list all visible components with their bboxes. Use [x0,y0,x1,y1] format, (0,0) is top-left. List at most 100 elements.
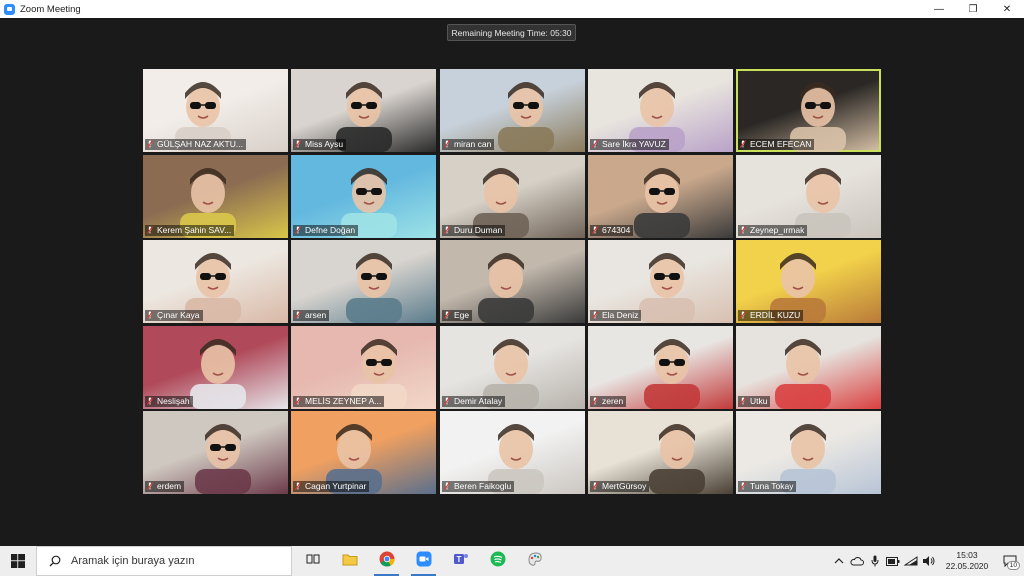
participant-tile[interactable]: arsen [291,240,436,323]
mic-muted-icon [740,311,746,319]
maximize-button[interactable]: ❐ [956,0,990,18]
cloud-icon[interactable] [848,546,866,576]
svg-text:T: T [456,555,461,564]
participant-name: Cagan Yurtpinar [293,481,370,492]
participant-tile[interactable]: MertGürsoy [588,411,733,494]
mic-muted-icon [740,482,746,490]
chrome-taskbar-button[interactable] [368,546,405,576]
paint-icon [527,551,543,572]
spotify-icon [490,551,506,572]
pinned-apps: T [294,546,553,576]
participant-tile[interactable]: Miss Aysu [291,69,436,152]
teams-taskbar-button[interactable]: T [442,546,479,576]
participant-tile[interactable]: 674304 [588,155,733,238]
participant-tile[interactable]: Cagan Yurtpinar [291,411,436,494]
participant-tile[interactable]: Duru Duman [440,155,585,238]
participant-name: Demir Atalay [442,396,506,407]
participant-name: GÜLŞAH NAZ AKTU... [145,139,246,150]
mic-muted-icon [147,140,153,148]
remaining-time-badge: Remaining Meeting Time: 05:30 [447,24,576,41]
mic-muted-icon [295,226,301,234]
clock[interactable]: 15:03 22.05.2020 [938,550,996,572]
participant-name: Beren Faikoglu [442,481,515,492]
participant-tile[interactable]: Zeynep_ırmak [736,155,881,238]
clock-time: 15:03 [956,550,978,560]
task-view-taskbar-button[interactable] [294,546,331,576]
participant-name: Kerem Şahin SAV... [145,225,235,236]
chevron-up-icon[interactable] [830,546,848,576]
participant-tile[interactable]: Ela Deniz [588,240,733,323]
mic-muted-icon [444,397,450,405]
participant-tile[interactable]: zeren [588,326,733,409]
microphone-icon[interactable] [866,546,884,576]
mic-muted-icon [444,226,450,234]
mic-muted-icon [147,226,153,234]
paint-taskbar-button[interactable] [516,546,553,576]
close-button[interactable]: ✕ [990,0,1024,18]
file-explorer-icon [342,552,358,571]
participant-tile[interactable]: GÜLŞAH NAZ AKTU... [143,69,288,152]
teams-icon: T [453,551,469,572]
participant-tile[interactable]: miran can [440,69,585,152]
participant-name: Zeynep_ırmak [738,225,808,236]
network-icon[interactable] [902,546,920,576]
participant-tile[interactable]: Ege [440,240,585,323]
participant-name: Duru Duman [442,225,506,236]
mic-muted-icon [444,311,450,319]
search-placeholder: Aramak için buraya yazın [71,555,195,567]
tray-icons [830,546,938,576]
task-view-icon [306,552,320,571]
spotify-taskbar-button[interactable] [479,546,516,576]
action-center-button[interactable]: 10 [996,546,1024,576]
participant-tile[interactable]: Tuna Tokay [736,411,881,494]
notification-count: 10 [1006,561,1020,570]
participant-name: MELİS ZEYNEP A... [293,396,385,407]
mic-muted-icon [592,482,598,490]
participant-tile[interactable]: ERDİL KUZU [736,240,881,323]
participant-tile[interactable]: MELİS ZEYNEP A... [291,326,436,409]
participant-tile[interactable]: Neslişah [143,326,288,409]
zoom-app-icon [4,3,15,15]
mic-muted-icon [147,482,153,490]
start-button[interactable] [0,546,36,576]
participant-name: Sare İkra YAVUZ [590,139,669,150]
mic-muted-icon [592,311,598,319]
participant-tile[interactable]: Demir Atalay [440,326,585,409]
participant-tile[interactable]: erdem [143,411,288,494]
mic-muted-icon [295,482,301,490]
zoom-icon [416,551,432,572]
mic-muted-icon [592,140,598,148]
taskbar-search-box[interactable]: Aramak için buraya yazın [36,546,292,576]
minimize-button[interactable]: — [922,0,956,18]
windows-logo-icon [11,554,25,568]
participant-name: Tuna Tokay [738,481,797,492]
mic-muted-icon [295,311,301,319]
system-tray: 15:03 22.05.2020 10 [830,546,1024,576]
mic-muted-icon [295,397,301,405]
participant-name: MertGürsoy [590,481,650,492]
participant-tile[interactable]: ECEM EFECAN [736,69,881,152]
participant-tile[interactable]: Defne Doğan [291,155,436,238]
participant-tile[interactable]: Sare İkra YAVUZ [588,69,733,152]
volume-icon[interactable] [920,546,938,576]
mic-muted-icon [592,397,598,405]
participant-name: Defne Doğan [293,225,359,236]
file-explorer-taskbar-button[interactable] [331,546,368,576]
window-titlebar: Zoom Meeting — ❐ ✕ [0,0,1024,18]
battery-icon[interactable] [884,546,902,576]
participant-tile[interactable]: Beren Faikoglu [440,411,585,494]
mic-muted-icon [147,311,153,319]
zoom-taskbar-button[interactable] [405,546,442,576]
window-title: Zoom Meeting [20,3,81,15]
mic-muted-icon [740,226,746,234]
gallery-view: Remaining Meeting Time: 05:30 GÜLŞAH NAZ… [0,18,1024,546]
participant-tile[interactable]: Çınar Kaya [143,240,288,323]
participant-tile[interactable]: Kerem Şahin SAV... [143,155,288,238]
participant-name: Çınar Kaya [145,310,203,321]
search-icon [49,555,61,567]
participant-tile[interactable]: Utku [736,326,881,409]
mic-muted-icon [592,226,598,234]
mic-muted-icon [444,140,450,148]
mic-muted-icon [295,140,301,148]
mic-muted-icon [444,482,450,490]
